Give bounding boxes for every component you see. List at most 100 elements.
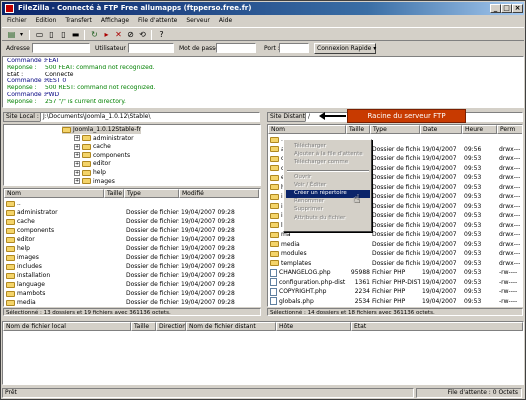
remote-file-row[interactable]: globals.php 2534 Fichier PHP 19/04/2007 09:5… [268, 297, 522, 306]
local-file-row[interactable]: editor Dossier de fichiers 19/04/2007 09:2… [4, 235, 259, 244]
context-menu-item[interactable]: Attributs du fichier [286, 215, 370, 223]
remote-cell-date: 19/04/2007 [420, 249, 462, 258]
menu-file-attente[interactable]: File d'attente [138, 17, 177, 24]
folder-icon [62, 126, 71, 133]
filezilla-window: FileZilla - Connecté à FTP Free allumapp… [0, 0, 526, 400]
close-button[interactable]: × [512, 4, 523, 13]
local-directory-tree[interactable]: Joomla_1.0.12Stable-fr + administrator + cac… [3, 124, 261, 186]
host-input[interactable] [32, 43, 90, 53]
folder-icon [82, 135, 91, 142]
local-cell-name: media [4, 298, 104, 306]
local-column-header[interactable]: Modifié [179, 189, 259, 198]
local-file-row[interactable]: images Dossier de fichiers 19/04/2007 09:2… [4, 253, 259, 262]
minimize-button[interactable]: _ [490, 4, 501, 13]
tree-node[interactable]: + editor [74, 160, 111, 168]
local-file-row[interactable]: cache Dossier de fichiers 19/04/2007 09:28 [4, 217, 259, 226]
context-menu-item[interactable]: Télécharger [286, 143, 370, 151]
remote-cell-text: 09:53 [464, 297, 482, 305]
local-file-row[interactable]: language Dossier de fichiers 19/04/2007 09… [4, 280, 259, 289]
local-column-header[interactable]: Taille [104, 189, 124, 198]
tree-node[interactable]: + images [74, 178, 115, 185]
tree-node[interactable]: + components [74, 152, 130, 160]
remote-cell-text: drwx--- [499, 193, 521, 200]
toggle-queue-icon[interactable]: ▬ [70, 29, 81, 40]
menu-affichage[interactable]: Affichage [101, 17, 129, 24]
user-input[interactable] [128, 43, 174, 53]
local-file-row[interactable]: components Dossier de fichiers 19/04/2007 … [4, 226, 259, 235]
reconnect-icon[interactable]: ⟲ [137, 29, 148, 40]
expand-icon[interactable]: + [74, 152, 80, 159]
toggle-local-tree-icon[interactable]: ▯ [46, 29, 57, 40]
expand-icon[interactable]: + [74, 160, 80, 167]
tree-node[interactable]: + help [74, 169, 106, 177]
remote-column-header[interactable]: Date [420, 125, 462, 134]
queue-column-header[interactable]: Nom de fichier local [3, 322, 131, 331]
expand-icon[interactable]: + [74, 143, 80, 150]
expand-icon[interactable]: + [74, 135, 80, 142]
toggle-log-icon[interactable]: ▭ [34, 29, 45, 40]
remote-column-header[interactable]: Type [370, 125, 420, 134]
message-log[interactable]: Commande :FEAT Réponse :500 FEAT: command… [2, 56, 524, 108]
context-menu-separator [287, 169, 369, 172]
context-menu-item[interactable]: Ouvrir [286, 174, 370, 182]
remote-file-row[interactable]: modules Dossier de fichiers19/04/2007 09:5… [268, 249, 522, 258]
remote-cell-time: 09:53 [462, 211, 497, 220]
menu-aide[interactable]: Aide [219, 17, 232, 24]
menu-fichier[interactable]: Fichier [7, 17, 27, 24]
context-menu-item[interactable]: Télécharger comme [286, 159, 370, 167]
remote-file-row[interactable]: COPYRIGHT.php 2234 Fichier PHP 19/04/2007 09… [268, 287, 522, 296]
local-cell-size [104, 262, 124, 271]
maximize-button[interactable]: □ [501, 4, 512, 13]
remote-column-header[interactable]: Nom [268, 125, 346, 134]
queue-column-header[interactable]: Nom de fichier distant [186, 322, 276, 331]
transfer-queue[interactable]: Nom de fichier local Taille Direction Nom d… [2, 321, 524, 385]
remote-cell-perm [497, 135, 522, 144]
remote-file-row[interactable]: templates Dossier de fichiers19/04/2007 09… [268, 259, 522, 268]
context-menu-item[interactable]: Voir / Éditer [286, 182, 370, 190]
local-file-row[interactable]: includes Dossier de fichiers 19/04/2007 09… [4, 262, 259, 271]
cancel-icon[interactable]: ✕ [113, 29, 124, 40]
local-file-row[interactable]: media Dossier de fichiers 19/04/2007 09:28 [4, 298, 259, 306]
remote-column-header[interactable]: Perm [497, 125, 522, 134]
tree-node[interactable]: Joomla_1.0.12Stable-fr [62, 126, 142, 134]
file-icon [270, 287, 277, 296]
queue-column-header[interactable]: État [351, 322, 523, 331]
menu-edition[interactable]: Edition [36, 17, 57, 24]
queue-column-header[interactable]: Taille [131, 322, 156, 331]
context-menu-item[interactable]: Supprimer [286, 206, 370, 214]
local-path-input[interactable]: J:\Documents\Joomla_1.0.12\Stable\ [40, 112, 260, 122]
menu-transfert[interactable]: Transfert [65, 17, 91, 24]
menu-serveur[interactable]: Serveur [186, 17, 209, 24]
remote-file-row[interactable]: configuration.php-dist 1361 Fichier PHP-DI… [268, 278, 522, 287]
password-input[interactable] [216, 43, 256, 53]
remote-column-header[interactable]: Heure [462, 125, 497, 134]
toggle-remote-tree-icon[interactable]: ▯ [58, 29, 69, 40]
remote-cell-type: Dossier de fichiers [370, 259, 420, 268]
tree-node[interactable]: + cache [74, 143, 111, 151]
local-file-row[interactable]: mambots Dossier de fichiers 19/04/2007 09:… [4, 289, 259, 298]
local-column-header[interactable]: Nom [4, 189, 104, 198]
context-menu-item[interactable]: Ajouter à la file d'attente [286, 151, 370, 159]
queue-column-header[interactable]: Hôte [276, 322, 351, 331]
local-file-row[interactable]: help Dossier de fichiers 19/04/2007 09:28 [4, 244, 259, 253]
process-queue-icon[interactable]: ▸ [101, 29, 112, 40]
quickconnect-button[interactable]: Connexion Rapide ▾ [314, 43, 376, 54]
expand-icon[interactable]: + [74, 169, 80, 176]
remote-column-header[interactable]: Taille [346, 125, 370, 134]
expand-icon[interactable]: + [74, 178, 80, 185]
queue-column-header[interactable]: Direction [156, 322, 186, 331]
log-line: Commande :PWD [7, 92, 523, 99]
disconnect-icon[interactable]: ⊘ [125, 29, 136, 40]
local-file-row[interactable]: .. [4, 199, 259, 208]
tree-node[interactable]: + administrator [74, 135, 134, 143]
local-column-header[interactable]: Type [124, 189, 179, 198]
port-input[interactable] [279, 43, 309, 53]
remote-file-row[interactable]: CHANGELOG.php 95988 Fichier PHP 19/04/2007 0… [268, 268, 522, 277]
local-file-row[interactable]: administrator Dossier de fichiers 19/04/20… [4, 208, 259, 217]
site-manager-dropdown-icon[interactable]: ▾ [16, 29, 27, 40]
remote-file-row[interactable]: media Dossier de fichiers19/04/2007 09:53 d… [268, 240, 522, 249]
help-icon[interactable]: ? [156, 29, 167, 40]
local-file-row[interactable]: installation Dossier de fichiers 19/04/200… [4, 271, 259, 280]
refresh-icon[interactable]: ↻ [89, 29, 100, 40]
local-file-list[interactable]: Nom Taille Type Modifié .. administrator Doss… [3, 188, 261, 307]
